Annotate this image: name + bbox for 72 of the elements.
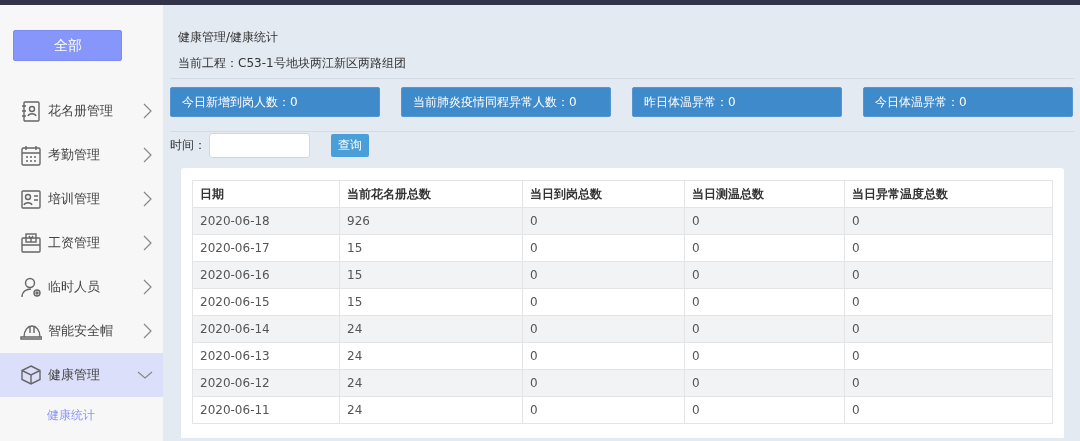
table-cell: 0 [522,342,685,370]
sidebar-item[interactable]: 健康管理 [0,353,163,397]
table-cell: 2020-06-17 [192,234,340,262]
sidebar-item[interactable]: 花名册管理 [0,89,163,133]
table-cell: 0 [522,315,685,343]
chevron-right-icon [141,235,153,251]
table-cell: 2020-06-12 [192,369,340,397]
stat-card: 当前肺炎疫情同程异常人数：0 [401,87,611,117]
table-cell: 2020-06-14 [192,315,340,343]
calendar-icon [20,144,42,166]
table-cell: 2020-06-18 [192,207,340,235]
table-cell: 0 [844,396,1053,424]
table-cell: 2020-06-13 [192,342,340,370]
table-cell: 0 [522,261,685,289]
chevron-right-icon [141,323,153,339]
column-header: 日期 [192,180,340,208]
sidebar-item[interactable]: 临时人员 [0,265,163,309]
table-cell: 0 [684,207,845,235]
table-cell: 24 [339,396,523,424]
time-label: 时间： [170,137,206,154]
chevron-right-icon [141,103,153,119]
table-cell: 15 [339,261,523,289]
chevron-right-icon [141,279,153,295]
breadcrumb: 健康管理/健康统计 [177,29,280,46]
time-input[interactable] [209,132,310,158]
person-gear-icon [20,276,42,298]
column-header: 当前花名册总数 [339,180,523,208]
table-cell: 0 [522,369,685,397]
table-cell: 0 [844,288,1053,316]
chevron-right-icon [141,147,153,163]
table-cell: 0 [522,234,685,262]
table-cell: 0 [844,315,1053,343]
stat-card: 今日体温异常：0 [863,87,1073,117]
table-cell: 0 [522,288,685,316]
table-cell: 0 [684,342,845,370]
table-cell: 0 [844,261,1053,289]
table-cell: 15 [339,234,523,262]
stat-card: 今日新增到岗人数：0 [170,87,380,117]
chevron-right-icon [141,191,153,207]
table-cell: 0 [684,315,845,343]
column-header: 当日到岗总数 [522,180,685,208]
table-cell: 0 [844,207,1053,235]
table-cell: 0 [522,396,685,424]
table-cell: 2020-06-11 [192,396,340,424]
sidebar-item[interactable]: 工资管理 [0,221,163,265]
box-icon [20,364,42,386]
roster-icon [20,100,42,122]
id-card-icon [20,188,42,210]
sidebar-item[interactable]: 考勤管理 [0,133,163,177]
table-cell: 24 [339,315,523,343]
table-cell: 2020-06-15 [192,288,340,316]
table-cell: 926 [339,207,523,235]
table-cell: 0 [844,234,1053,262]
stat-card: 昨日体温异常：0 [632,87,842,117]
table-cell: 2020-06-16 [192,261,340,289]
table-cell: 0 [684,288,845,316]
table-cell: 0 [844,369,1053,397]
table-cell: 0 [522,207,685,235]
sidebar-item[interactable]: 培训管理 [0,177,163,221]
table-cell: 0 [684,369,845,397]
project-label: 当前工程：C53-1号地块两江新区两路组团 [177,55,407,72]
table-cell: 0 [844,342,1053,370]
table-cell: 0 [684,234,845,262]
briefcase-icon [20,232,42,254]
column-header: 当日测温总数 [684,180,845,208]
column-header: 当日异常温度总数 [844,180,1053,208]
sidebar-item[interactable]: 智能安全帽 [0,309,163,353]
table-cell: 0 [684,261,845,289]
table-cell: 0 [684,396,845,424]
table-cell: 24 [339,369,523,397]
table-cell: 24 [339,342,523,370]
table-cell: 15 [339,288,523,316]
